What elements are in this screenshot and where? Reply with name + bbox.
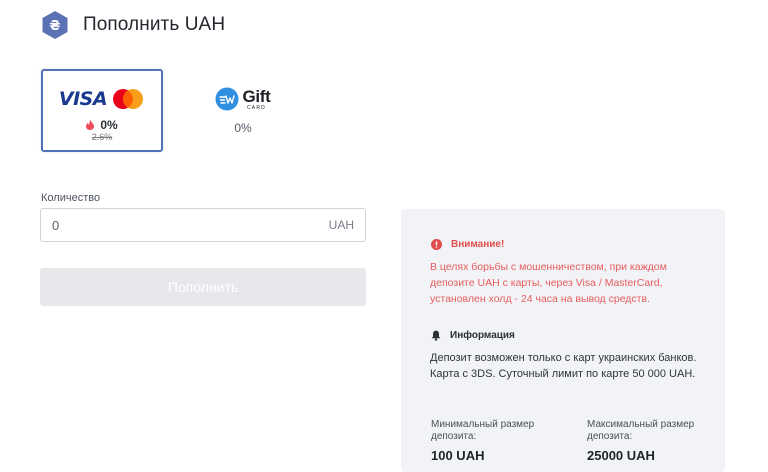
info-panel: Внимание! В целях борьбы с мошенничество… (401, 209, 725, 472)
currency-suffix: UAH (328, 218, 354, 232)
info-text: Депозит возможен только с карт украински… (430, 352, 697, 380)
warning-heading: Внимание! (431, 239, 504, 250)
visa-mastercard-logo: VISA (59, 86, 145, 112)
deposit-button[interactable]: Пополнить (40, 268, 366, 306)
info-heading: Информация (431, 330, 515, 341)
page-header: ₴ Пополнить UAH (40, 10, 225, 40)
warning-title: Внимание! (451, 239, 505, 250)
gift-card-logo: Gift CARD (215, 85, 271, 113)
amount-field[interactable]: UAH (40, 208, 366, 242)
method-fee-value: 0% (234, 121, 252, 135)
svg-text:₴: ₴ (49, 19, 60, 34)
mastercard-icon (113, 89, 144, 109)
min-deposit-value: 100 UAH (431, 448, 485, 463)
quantity-label: Количество (41, 192, 101, 204)
gift-card-icon (215, 87, 239, 111)
payment-method-visa-mastercard[interactable]: VISA 0% 2.6% (41, 69, 163, 152)
amount-input[interactable] (41, 209, 329, 241)
gift-card-sub: CARD (247, 104, 266, 111)
warning-text: В целях борьбы с мошенничеством, при каж… (430, 261, 667, 305)
gift-card-brand: Gift (242, 86, 271, 106)
fire-icon (86, 120, 95, 130)
info-title: Информация (450, 330, 515, 341)
method-fee-value: 0% (100, 118, 118, 132)
visa-logo: VISA (58, 88, 108, 110)
bell-icon (431, 330, 441, 341)
max-deposit-value: 25000 UAH (587, 448, 655, 463)
page-title: Пополнить UAH (83, 14, 226, 35)
max-deposit-label: Максимальный размер депозита: (587, 419, 695, 442)
warning-icon (431, 239, 442, 250)
payment-method-gift-card[interactable]: Gift CARD 0% (182, 69, 304, 152)
hryvnia-currency-icon: ₴ (42, 11, 68, 39)
method-old-fee: 2.6% (91, 132, 113, 142)
method-fee: 0% (86, 118, 118, 132)
min-deposit-label: Минимальный размер депозита: (431, 419, 535, 442)
